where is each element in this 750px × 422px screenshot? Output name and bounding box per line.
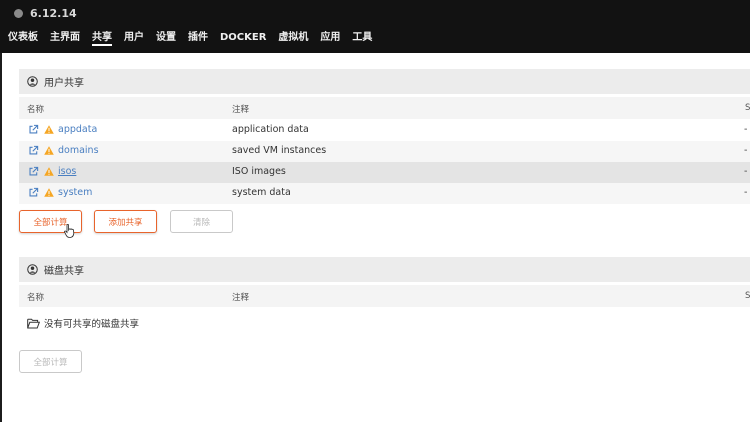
share-name-link[interactable]: appdata [58, 124, 97, 135]
warning-icon [44, 146, 54, 155]
share-name-link[interactable]: isos [58, 166, 76, 177]
share-extra: - [744, 124, 748, 135]
user-circle-icon [27, 76, 38, 87]
col-name-header[interactable]: 名称 [27, 291, 44, 303]
version-indicator[interactable]: 6.12.14 [14, 6, 77, 20]
share-note: saved VM instances [232, 145, 327, 156]
main-content: 用户共享 名称 注释 S appdata application data - … [2, 53, 750, 422]
share-note: application data [232, 124, 309, 135]
table-row[interactable]: domains saved VM instances - [19, 141, 750, 162]
table-row[interactable]: system system data - [19, 183, 750, 204]
nav-docker[interactable]: DOCKER [220, 31, 266, 46]
warning-icon [44, 188, 54, 197]
disk-shares-column-header: 名称 注释 S [19, 285, 750, 307]
nav-users[interactable]: 用户 [124, 31, 144, 46]
share-name-link[interactable]: system [58, 187, 92, 198]
table-row[interactable]: appdata application data - [19, 120, 750, 141]
disk-shares-header: 磁盘共享 [19, 257, 750, 282]
nav-dashboard[interactable]: 仪表板 [8, 31, 38, 46]
empty-text: 没有可共享的磁盘共享 [44, 319, 140, 330]
external-link-icon[interactable] [28, 124, 39, 135]
col-extra-header[interactable]: S [745, 103, 750, 113]
warning-icon [44, 125, 54, 134]
nav-main[interactable]: 主界面 [50, 31, 80, 46]
share-note: system data [232, 187, 291, 198]
nav-settings[interactable]: 设置 [156, 31, 176, 46]
main-nav: 仪表板 主界面 共享 用户 设置 插件 DOCKER 虚拟机 应用 工具 [8, 31, 384, 46]
share-extra: - [744, 145, 748, 156]
disk-shares-title: 磁盘共享 [44, 266, 84, 277]
clear-button[interactable]: 清除 [170, 210, 233, 233]
hand-pointer-icon [64, 224, 75, 238]
share-name-link[interactable]: domains [58, 145, 99, 156]
share-note: ISO images [232, 166, 286, 177]
user-shares-title: 用户共享 [44, 78, 84, 89]
nav-vms[interactable]: 虚拟机 [278, 31, 308, 46]
share-extra: - [744, 187, 748, 198]
col-note-header[interactable]: 注释 [232, 103, 249, 115]
empty-disk-shares: 没有可共享的磁盘共享 [27, 316, 139, 330]
table-row[interactable]: isos ISO images - [19, 162, 750, 183]
folder-open-icon [27, 318, 40, 328]
status-dot-icon [14, 8, 23, 18]
external-link-icon[interactable] [28, 187, 39, 198]
nav-apps[interactable]: 应用 [320, 31, 340, 46]
col-extra-header[interactable]: S [745, 291, 750, 301]
external-link-icon[interactable] [28, 145, 39, 156]
col-name-header[interactable]: 名称 [27, 103, 44, 115]
nav-plugins[interactable]: 插件 [188, 31, 208, 46]
add-share-button[interactable]: 添加共享 [94, 210, 157, 233]
version-label: 6.12.14 [30, 6, 77, 20]
user-shares-column-header: 名称 注释 S [19, 97, 750, 119]
nav-tools[interactable]: 工具 [352, 31, 372, 46]
col-note-header[interactable]: 注释 [232, 291, 249, 303]
external-link-icon[interactable] [28, 166, 39, 177]
user-circle-icon [27, 264, 38, 275]
user-shares-header: 用户共享 [19, 69, 750, 94]
top-bar: 6.12.14 仪表板 主界面 共享 用户 设置 插件 DOCKER 虚拟机 应… [0, 0, 750, 53]
share-extra: - [744, 166, 748, 177]
warning-icon [44, 167, 54, 176]
nav-shares[interactable]: 共享 [92, 31, 112, 46]
disk-compute-all-button[interactable]: 全部计算 [19, 350, 82, 373]
